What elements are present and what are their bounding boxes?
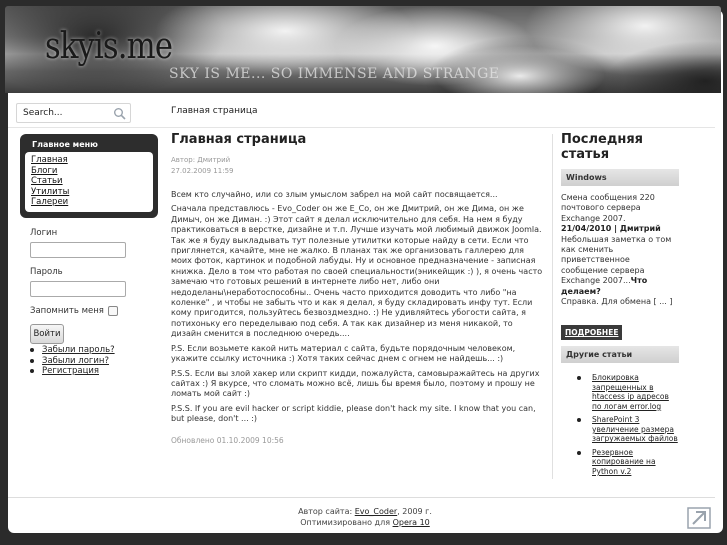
forgot-login-item: Забыли логин? bbox=[30, 356, 115, 367]
forgot-password-link[interactable]: Забыли пароль? bbox=[42, 345, 115, 356]
latest-heading: Последняя статья bbox=[561, 132, 644, 162]
register-link[interactable]: Регистрация bbox=[42, 366, 99, 377]
list-item: Резервное копирование на Python v.2 bbox=[575, 448, 679, 477]
list-item: Блокировка запрещенных в htaccess ip адр… bbox=[575, 373, 679, 411]
footer-optimized-line: Оптимизировано для Opera 10 bbox=[240, 517, 490, 528]
login-form: Логин Пароль Запомнить меня Войти bbox=[30, 228, 150, 344]
login-button[interactable]: Войти bbox=[30, 324, 64, 344]
other-heading: Другие статьи bbox=[561, 346, 679, 364]
site-slogan: SKY IS ME... SO IMMENSE AND STRANGE bbox=[169, 66, 500, 82]
article-author: Автор: Дмитрий bbox=[171, 156, 231, 164]
other-article-link[interactable]: Резервное копирование на Python v.2 bbox=[592, 448, 656, 476]
remember-row: Запомнить меня bbox=[30, 306, 150, 316]
search-input[interactable] bbox=[17, 104, 107, 122]
article-pss: P.S.S. Если вы злой хакер или скрипт кид… bbox=[171, 368, 540, 399]
article-pss-en: P.S.S. If you are evil hacker or script … bbox=[171, 403, 536, 424]
latest-category: Windows bbox=[561, 169, 679, 186]
main-menu: Главное меню Главная Блоги Статьи Утилит… bbox=[20, 134, 158, 218]
main-menu-list: Главная Блоги Статьи Утилиты Галереи bbox=[25, 152, 153, 212]
footer-author-link[interactable]: Evo_Coder bbox=[355, 507, 397, 516]
forgot-password-item: Забыли пароль? bbox=[30, 345, 115, 356]
latest-more-text: Справка. Для обмена [ ... ] bbox=[561, 297, 673, 307]
list-item: SharePoint 3 увеличение размера загружае… bbox=[575, 415, 679, 444]
breadcrumb: Главная страница bbox=[171, 106, 258, 116]
other-articles-list: Блокировка запрещенных в htaccess ip адр… bbox=[561, 373, 679, 476]
search-icon[interactable] bbox=[113, 107, 126, 120]
article-date: 27.02.2009 11:59 bbox=[171, 167, 234, 175]
username-field[interactable] bbox=[30, 242, 126, 258]
header-banner: skyis.me SKY IS ME... SO IMMENSE AND STR… bbox=[5, 6, 721, 93]
article-ps: P.S. Если возьмете какой нить материал с… bbox=[171, 343, 516, 364]
username-label: Логин bbox=[30, 228, 58, 238]
article-title: Главная страница bbox=[171, 132, 307, 147]
main-menu-title: Главное меню bbox=[32, 140, 98, 149]
footer-divider bbox=[8, 497, 715, 498]
header-divider bbox=[8, 127, 715, 128]
latest-article: Смена сообщения 220 почтового сервера Ex… bbox=[561, 193, 679, 307]
remember-checkbox[interactable] bbox=[107, 306, 118, 316]
latest-title: Смена сообщения 220 почтового сервера Ex… bbox=[561, 193, 655, 223]
footer-author-suffix: , 2009 г. bbox=[397, 507, 432, 516]
site-title[interactable]: skyis.me bbox=[45, 26, 173, 67]
password-field[interactable] bbox=[30, 281, 126, 297]
other-article-link[interactable]: Блокировка запрещенных в htaccess ip адр… bbox=[592, 373, 669, 411]
article-updated: Обновлено 01.10.2009 10:56 bbox=[171, 435, 284, 445]
menu-item-blogs[interactable]: Блоги bbox=[31, 166, 147, 177]
footer: Автор сайта: Evo_Coder, 2009 г. Оптимизи… bbox=[240, 506, 490, 528]
more-button[interactable]: ПОДРОБНЕЕ bbox=[561, 325, 623, 341]
register-item: Регистрация bbox=[30, 366, 115, 377]
footer-author-prefix: Автор сайта: bbox=[298, 507, 353, 516]
right-sidebar: Последняя статья Windows Смена сообщения… bbox=[561, 132, 679, 480]
other-article-link[interactable]: SharePoint 3 увеличение размера загружае… bbox=[592, 415, 678, 443]
menu-item-home[interactable]: Главная bbox=[31, 155, 147, 166]
remember-label: Запомнить меня bbox=[30, 306, 104, 316]
login-links: Забыли пароль? Забыли логин? Регистрация bbox=[30, 345, 115, 377]
main-article: Главная страница Автор: Дмитрий 27.02.20… bbox=[171, 132, 543, 445]
footer-opera-link[interactable]: Opera 10 bbox=[393, 518, 430, 527]
article-intro: Всем кто случайно, или со злым умыслом з… bbox=[171, 190, 498, 199]
forgot-login-link[interactable]: Забыли логин? bbox=[42, 356, 109, 367]
password-label: Пароль bbox=[30, 267, 63, 277]
menu-item-utilities[interactable]: Утилиты bbox=[31, 187, 147, 198]
menu-item-articles[interactable]: Статьи bbox=[31, 176, 147, 187]
top-bar: Главная страница bbox=[8, 99, 723, 125]
menu-item-galleries[interactable]: Галереи bbox=[31, 197, 147, 208]
footer-optimized-prefix: Оптимизировано для bbox=[300, 518, 391, 527]
latest-date-author: 21/04/2010 | Дмитрий bbox=[561, 224, 661, 234]
footer-author-line: Автор сайта: Evo_Coder, 2009 г. bbox=[240, 506, 490, 517]
scroll-to-top-icon[interactable] bbox=[687, 507, 711, 529]
article-body: Сначала представлюсь - Evo_Coder он же E… bbox=[171, 204, 543, 339]
latest-summary: Небольшая заметка о том как сменить прив… bbox=[561, 234, 672, 286]
search-box bbox=[16, 103, 131, 123]
column-divider bbox=[552, 134, 553, 479]
